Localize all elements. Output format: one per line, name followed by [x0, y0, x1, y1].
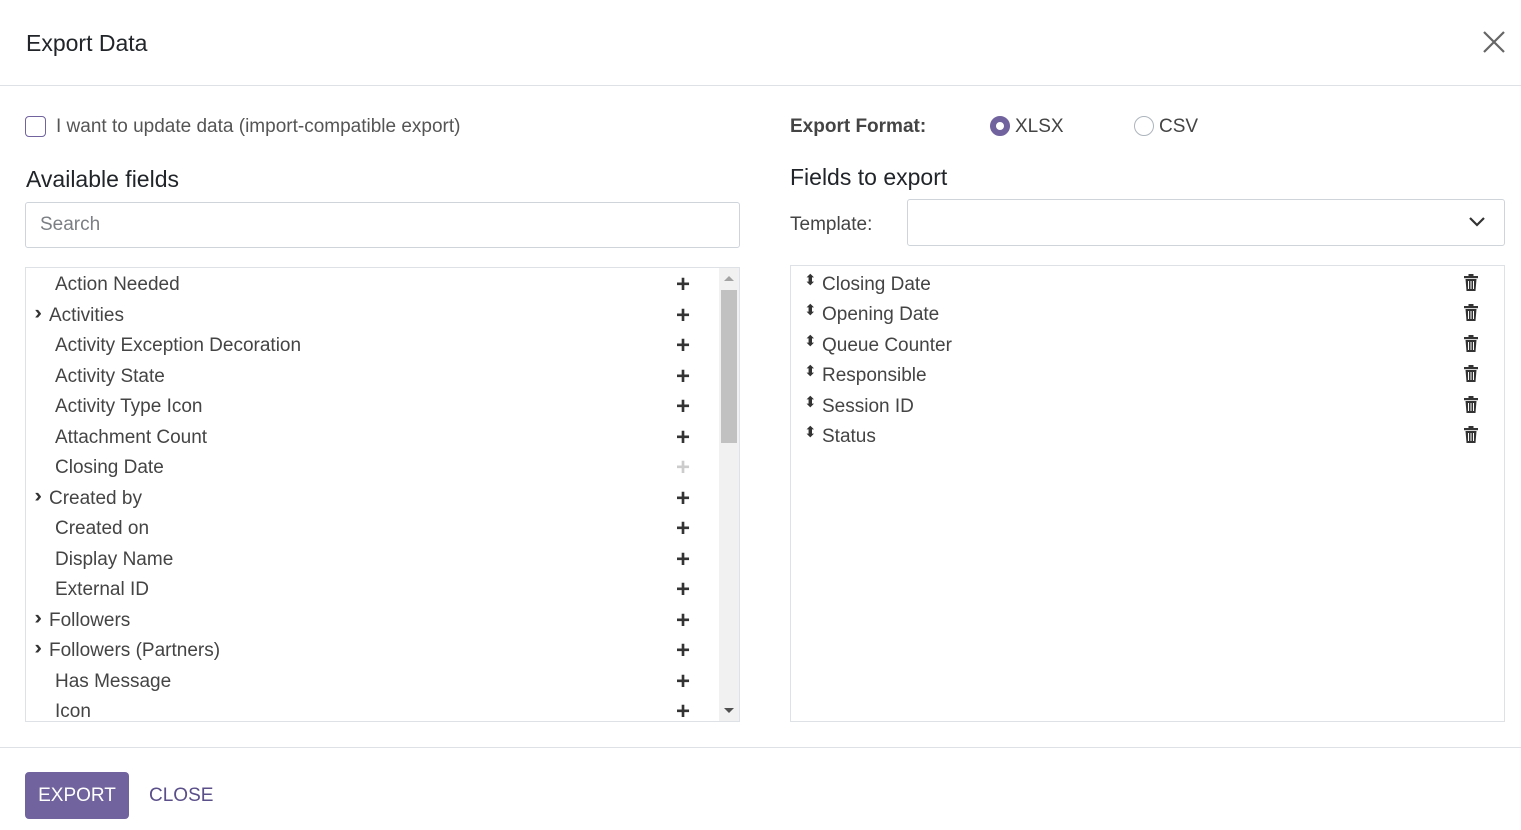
template-label: Template: [790, 214, 873, 235]
fields-to-export-list: ⬍ Closing Date ⬍ Opening Date ⬍ Queue Counter… [790, 265, 1505, 722]
chevron-down-icon [1469, 217, 1485, 227]
radio-xlsx[interactable] [990, 116, 1010, 136]
add-field-plus-icon[interactable]: + [676, 332, 690, 360]
field-label: Has Message [55, 670, 172, 692]
available-field-item[interactable]: › Created by + [26, 484, 719, 514]
available-fields-list: Icon + Has Message + › Followers (Partners) + ›… [25, 267, 740, 722]
export-field-item[interactable]: ⬍ Status [791, 420, 1504, 450]
trash-icon[interactable] [1464, 365, 1478, 388]
available-field-item[interactable]: Activity Exception Decoration + [26, 331, 719, 361]
import-compatible-label[interactable]: I want to update data (import-compatible… [56, 116, 460, 138]
add-field-plus-icon[interactable]: + [676, 607, 690, 635]
close-icon[interactable] [1480, 28, 1508, 56]
field-label: Followers (Partners) [49, 640, 221, 661]
export-field-item[interactable]: ⬍ Opening Date [791, 298, 1504, 328]
field-label: Closing Date [55, 457, 164, 478]
field-label: Activity Type Icon [55, 396, 203, 417]
available-fields-heading: Available fields [26, 166, 180, 192]
sort-handle-icon[interactable]: ⬍ [804, 271, 817, 289]
add-field-plus-icon[interactable]: + [676, 271, 690, 299]
fields-to-export-heading: Fields to export [790, 164, 948, 190]
export-field-item[interactable]: ⬍ Queue Counter [791, 329, 1504, 359]
available-field-item[interactable]: Created on + [26, 514, 719, 544]
field-label: Activities [49, 304, 124, 326]
scrollbar[interactable] [719, 268, 739, 721]
import-compatible-checkbox[interactable] [25, 116, 46, 137]
available-field-item[interactable]: Has Message + [26, 667, 719, 697]
available-field-item[interactable]: › Activities + [26, 301, 719, 331]
available-field-item[interactable]: › Followers + [26, 606, 719, 636]
field-label: Closing Date [822, 274, 931, 295]
export-field-item[interactable]: ⬍ Closing Date [791, 268, 1504, 298]
chevron-right-icon[interactable]: › [34, 486, 42, 508]
scroll-down-arrow[interactable] [724, 708, 734, 713]
field-label: Responsible [822, 365, 927, 387]
field-label: Queue Counter [822, 334, 952, 356]
add-field-plus-icon[interactable]: + [676, 454, 690, 482]
add-field-plus-icon[interactable]: + [676, 576, 690, 604]
add-field-plus-icon[interactable]: + [676, 485, 690, 513]
sort-handle-icon[interactable]: ⬍ [804, 362, 817, 380]
dialog-footer [0, 747, 1521, 748]
field-label: Activity Exception Decoration [55, 335, 302, 356]
search-input[interactable] [25, 202, 740, 248]
trash-icon[interactable] [1464, 334, 1478, 358]
add-field-plus-icon[interactable]: + [676, 698, 690, 721]
trash-icon[interactable] [1464, 395, 1478, 419]
dialog-header: Export Data [0, 0, 1521, 86]
export-format-label: Export Format: [790, 116, 927, 137]
available-field-item[interactable]: Closing Date + [26, 453, 719, 483]
chevron-right-icon[interactable]: › [34, 303, 42, 325]
available-field-item[interactable]: Display Name + [26, 545, 719, 575]
template-select[interactable] [907, 199, 1505, 246]
field-label: Followers [49, 609, 131, 631]
dialog-title: Export Data [26, 30, 148, 56]
field-label: Display Name [55, 548, 174, 570]
add-field-plus-icon[interactable]: + [676, 302, 690, 330]
export-field-item[interactable]: ⬍ Responsible [791, 359, 1504, 389]
field-label: Action Needed [55, 274, 180, 295]
available-field-item[interactable]: Action Needed + [26, 270, 719, 300]
sort-handle-icon[interactable]: ⬍ [804, 423, 817, 441]
close-button[interactable]: CLOSE [149, 772, 213, 819]
sort-handle-icon[interactable]: ⬍ [804, 301, 817, 319]
scrollbar-thumb[interactable] [721, 290, 737, 443]
field-label: Attachment Count [55, 426, 208, 448]
available-field-item[interactable]: Activity State + [26, 362, 719, 392]
sort-handle-icon[interactable]: ⬍ [804, 393, 817, 411]
field-label: Session ID [822, 395, 914, 417]
available-field-item[interactable]: Icon + [26, 697, 719, 722]
field-label: Status [822, 426, 876, 447]
available-field-item[interactable]: Activity Type Icon + [26, 392, 719, 422]
available-field-item[interactable]: › Followers (Partners) + [26, 636, 719, 666]
chevron-right-icon[interactable]: › [34, 638, 42, 660]
add-field-plus-icon[interactable]: + [676, 637, 690, 665]
field-label: Created by [49, 487, 142, 509]
add-field-plus-icon[interactable]: + [676, 363, 690, 391]
field-label: External ID [55, 579, 149, 600]
available-field-item[interactable]: External ID + [26, 575, 719, 605]
radio-csv-label[interactable]: CSV [1159, 116, 1198, 138]
field-label: Created on [55, 518, 150, 539]
add-field-plus-icon[interactable]: + [676, 424, 690, 452]
field-label: Opening Date [822, 304, 940, 326]
add-field-plus-icon[interactable]: + [676, 515, 690, 543]
available-field-item[interactable]: Attachment Count + [26, 423, 719, 453]
export-button[interactable]: EXPORT [25, 772, 129, 819]
field-label: Icon [55, 701, 91, 722]
export-field-item[interactable]: ⬍ Session ID [791, 390, 1504, 420]
add-field-plus-icon[interactable]: + [676, 546, 690, 574]
radio-csv[interactable] [1134, 116, 1154, 136]
add-field-plus-icon[interactable]: + [676, 668, 690, 696]
trash-icon[interactable] [1464, 304, 1478, 327]
trash-icon[interactable] [1464, 426, 1478, 449]
sort-handle-icon[interactable]: ⬍ [804, 332, 817, 350]
radio-xlsx-label[interactable]: XLSX [1015, 116, 1064, 138]
scroll-up-arrow[interactable] [724, 276, 734, 281]
field-label: Activity State [55, 365, 165, 387]
trash-icon[interactable] [1464, 274, 1478, 297]
add-field-plus-icon[interactable]: + [676, 393, 690, 421]
chevron-right-icon[interactable]: › [34, 608, 42, 630]
